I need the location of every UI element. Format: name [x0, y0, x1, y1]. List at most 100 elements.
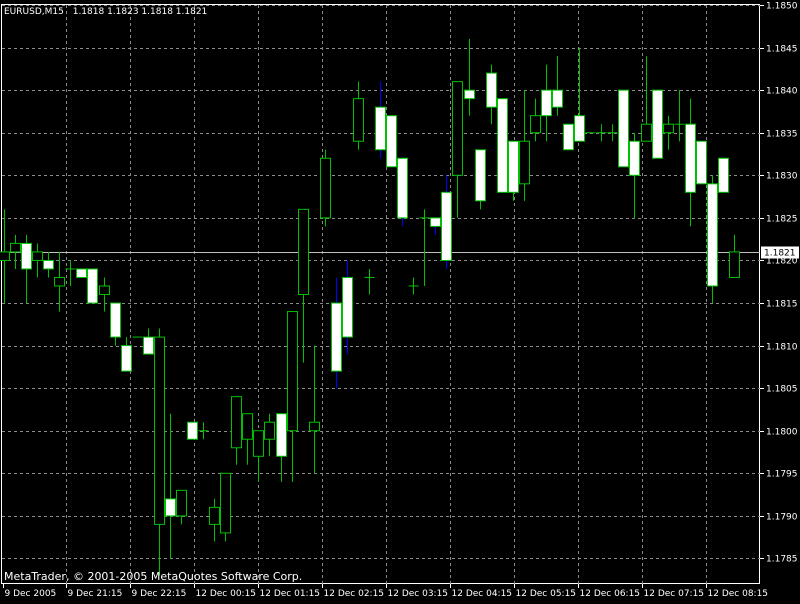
candle-body-bull	[452, 81, 463, 176]
candle-body-bear	[386, 115, 397, 168]
x-tick-label: 9 Dec 22:15	[132, 589, 187, 599]
x-tick-label: 12 Dec 05:15	[516, 589, 577, 599]
candle-body-bear	[143, 336, 154, 355]
candle-body-bear	[441, 191, 452, 261]
candle-body-bear	[121, 345, 132, 372]
candle	[397, 157, 408, 227]
y-tick-label: 1.1830	[766, 172, 798, 182]
candle	[618, 89, 629, 168]
candle-body-bear	[618, 89, 629, 168]
y-tick-label: 1.1785	[766, 555, 798, 565]
chart-svg: 1.1785 1.1790 1.1795 1.1800 1.1805 1.1810 1.18…	[0, 0, 800, 600]
x-tick-label: 12 Dec 01:15	[260, 589, 321, 599]
candle-body-bear	[110, 302, 121, 338]
y-tick-label: 1.1850	[766, 2, 798, 12]
x-tick-label: 12 Dec 03:15	[388, 589, 449, 599]
candle-body-bull	[242, 413, 253, 440]
candle-body-bull	[99, 285, 110, 295]
candle-body-bull	[309, 421, 320, 432]
candle-body-bear	[21, 242, 32, 270]
candle-body-bull	[0, 251, 10, 261]
x-tick-label: 12 Dec 04:15	[452, 589, 513, 599]
candle	[87, 268, 98, 304]
y-tick-label: 1.1815	[766, 300, 798, 310]
candle-body-bull	[641, 123, 652, 142]
candle	[652, 89, 663, 159]
y-tick-label: 1.1840	[766, 87, 798, 97]
candle-body-bull	[729, 251, 740, 278]
candle-body-bear	[43, 259, 54, 270]
candlestick-chart: 1.1785 1.1790 1.1795 1.1800 1.1805 1.1810 1.18…	[0, 0, 800, 600]
candle-body-bull	[298, 208, 309, 295]
candle-body-bear	[541, 89, 552, 117]
y-tick-label: 1.1810	[766, 343, 798, 353]
y-tick-label: 1.1805	[766, 385, 798, 395]
candle-body-bull	[54, 276, 65, 287]
candle	[76, 268, 87, 278]
y-tick-label: 1.1800	[766, 428, 798, 438]
candle-body-bull	[32, 251, 43, 261]
y-tick-label: 1.1835	[766, 130, 798, 140]
candle	[497, 98, 508, 193]
candle	[718, 157, 729, 193]
x-tick-label: 12 Dec 06:15	[580, 589, 641, 599]
candle	[707, 175, 718, 304]
candle-body-bear	[276, 413, 287, 457]
candle	[508, 140, 519, 201]
x-tick-label: 12 Dec 02:15	[324, 589, 385, 599]
candle-body-bull	[209, 506, 220, 525]
y-tick-label: 1.1790	[766, 513, 798, 523]
candle-body-bear	[652, 89, 663, 159]
candle-body-bull	[519, 140, 530, 185]
candle-body-bear	[87, 268, 98, 304]
candle	[220, 472, 231, 542]
x-tick-label: 9 Dec 2005	[5, 589, 57, 599]
candle-body-bull	[287, 311, 298, 432]
candle-body-bull	[253, 430, 264, 457]
candle	[386, 115, 397, 168]
y-tick-label: 1.1795	[766, 470, 798, 480]
candle-body-bear	[342, 276, 353, 338]
candle-body-bear	[187, 421, 198, 440]
candle-body-bull	[530, 115, 541, 134]
candle-body-bull	[353, 98, 364, 142]
chart-header: EURUSD,M15 1.1818 1.1823 1.1818 1.1821	[4, 7, 207, 17]
candle	[320, 149, 331, 227]
candle-body-bull	[663, 123, 674, 134]
current-price-label: 1.1821	[764, 249, 796, 259]
candle	[563, 123, 574, 151]
candle-body-bull	[176, 489, 187, 517]
candle-body-bear	[331, 302, 342, 372]
candle-body-bull	[320, 157, 331, 219]
candle-body-bear	[475, 149, 486, 202]
candle-body-bear	[718, 157, 729, 193]
candle-body-bear	[707, 183, 718, 287]
candle-body-bull	[10, 242, 21, 253]
candle-body-bull	[231, 396, 242, 449]
candle-body-bear	[552, 89, 563, 108]
x-tick-label: 12 Dec 00:15	[196, 589, 257, 599]
x-tick-label: 12 Dec 08:15	[708, 589, 769, 599]
candle-body-bull	[220, 472, 231, 534]
candle-body-bear	[508, 140, 519, 193]
candle-body-bear	[165, 498, 176, 517]
ohlc-readout: 1.1818 1.1823 1.1818 1.1821	[73, 7, 208, 17]
candle	[475, 149, 486, 210]
y-tick-label: 1.1825	[766, 215, 798, 225]
candle-body-bear	[696, 140, 707, 185]
candle	[696, 140, 707, 185]
x-tick-label: 12 Dec 07:15	[644, 589, 705, 599]
candle-body-bear	[430, 217, 441, 227]
candle-body-bear	[497, 98, 508, 193]
candle-body-bull	[154, 336, 165, 525]
symbol-timeframe: EURUSD,M15	[4, 7, 64, 17]
candle-body-bear	[375, 106, 386, 151]
y-tick-label: 1.1845	[766, 45, 798, 55]
candle-body-bull	[264, 421, 275, 440]
candle-body-bear	[574, 115, 585, 142]
candle-body-bear	[397, 157, 408, 219]
candle-body-bear	[464, 89, 475, 100]
candle-body-bear	[685, 123, 696, 193]
x-tick-label: 9 Dec 21:15	[68, 589, 123, 599]
candle	[187, 421, 198, 440]
